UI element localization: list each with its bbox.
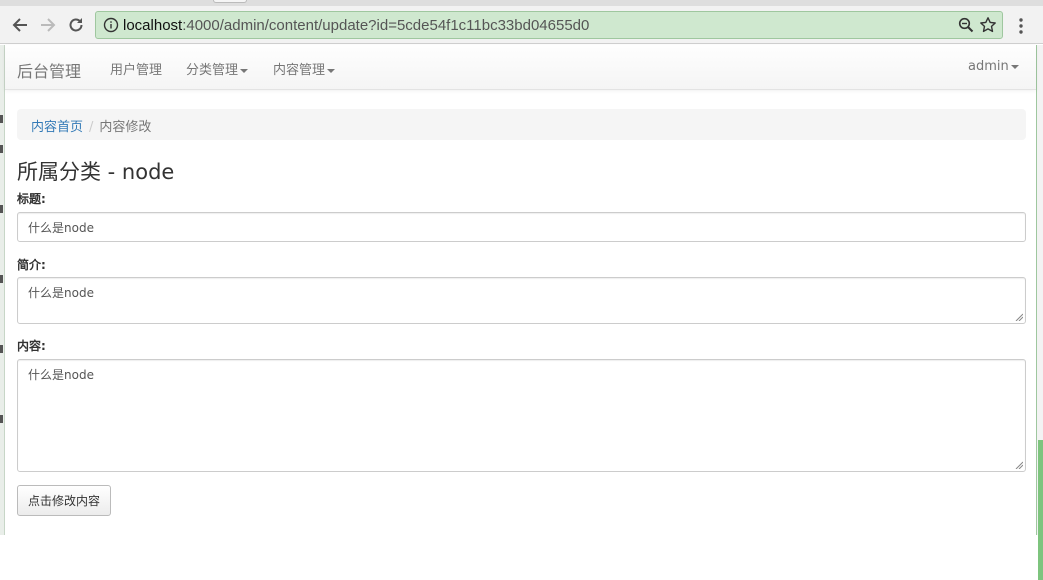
forward-icon[interactable] <box>38 15 58 35</box>
breadcrumb: 内容首页 / 内容修改 <box>17 109 1026 140</box>
reload-icon[interactable] <box>66 15 86 35</box>
nav-item-label: 分类管理 <box>186 63 239 78</box>
bookmark-star-icon[interactable] <box>979 16 997 34</box>
browser-menu-icon[interactable] <box>1014 16 1028 36</box>
user-name: admin <box>968 59 1009 74</box>
nav-item-content-management[interactable]: 内容管理 <box>273 59 336 78</box>
summary-text: 什么是node <box>28 286 94 300</box>
top-navbar: 后台管理 用户管理 分类管理 内容管理 admin <box>5 45 1036 90</box>
url-host: localhost <box>123 17 183 34</box>
background-window-edge-right <box>1037 45 1043 580</box>
caret-down-icon <box>240 68 249 73</box>
browser-toolbar: localhost:4000/admin/content/update?id=5… <box>0 6 1043 44</box>
caret-down-icon <box>327 68 336 73</box>
browser-tab[interactable] <box>213 0 247 3</box>
nav-item-user-menu[interactable]: admin <box>968 59 1019 74</box>
content-text: 什么是node <box>28 368 94 382</box>
breadcrumb-current: 内容修改 <box>99 120 152 135</box>
zoom-icon[interactable] <box>958 17 974 33</box>
title-input[interactable] <box>17 212 1026 242</box>
caret-down-icon <box>1010 64 1019 69</box>
url-path: :4000/admin/content/update?id=5cde54f1c1… <box>182 17 590 34</box>
breadcrumb-home-link[interactable]: 内容首页 <box>31 120 83 135</box>
resize-handle-icon[interactable] <box>1015 313 1023 321</box>
nav-item-category-management[interactable]: 分类管理 <box>186 59 249 78</box>
breadcrumb-separator: / <box>89 120 94 135</box>
navbar-brand[interactable]: 后台管理 <box>17 58 81 82</box>
back-icon[interactable] <box>10 15 30 35</box>
nav-item-user-management[interactable]: 用户管理 <box>110 59 162 78</box>
submit-update-button[interactable]: 点击修改内容 <box>17 485 112 516</box>
content-label: 内容: <box>17 339 46 353</box>
content-textarea[interactable]: 什么是node <box>17 359 1026 472</box>
address-bar[interactable]: localhost:4000/admin/content/update?id=5… <box>95 11 1003 39</box>
page-viewport: 后台管理 用户管理 分类管理 内容管理 admin 内容首页 / 内容修改 所属分类… <box>4 45 1037 535</box>
summary-textarea[interactable]: 什么是node <box>17 277 1026 324</box>
summary-label: 简介: <box>17 258 46 272</box>
url-text: localhost:4000/admin/content/update?id=5… <box>123 16 589 35</box>
page-title: 所属分类 - node <box>17 160 175 184</box>
nav-item-label: 内容管理 <box>273 63 326 78</box>
nav-item-label: 用户管理 <box>110 63 163 78</box>
info-icon[interactable] <box>103 17 119 33</box>
title-label: 标题: <box>17 192 46 206</box>
resize-handle-icon[interactable] <box>1015 461 1023 469</box>
